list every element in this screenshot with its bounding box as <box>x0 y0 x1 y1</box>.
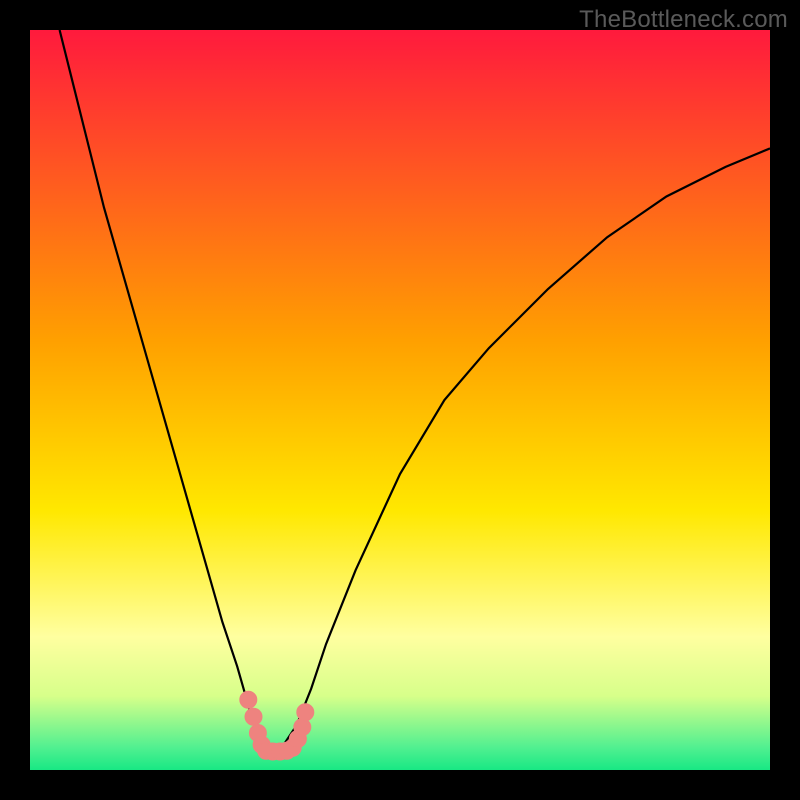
bottleneck-chart-svg <box>30 30 770 770</box>
plot-area <box>30 30 770 770</box>
optimal-marker <box>245 708 262 725</box>
optimal-marker <box>240 691 257 708</box>
watermark-text: TheBottleneck.com <box>579 6 788 34</box>
plot-background <box>30 30 770 770</box>
chart-container: TheBottleneck.com <box>0 0 800 800</box>
optimal-marker <box>297 704 314 721</box>
optimal-marker <box>294 719 311 736</box>
